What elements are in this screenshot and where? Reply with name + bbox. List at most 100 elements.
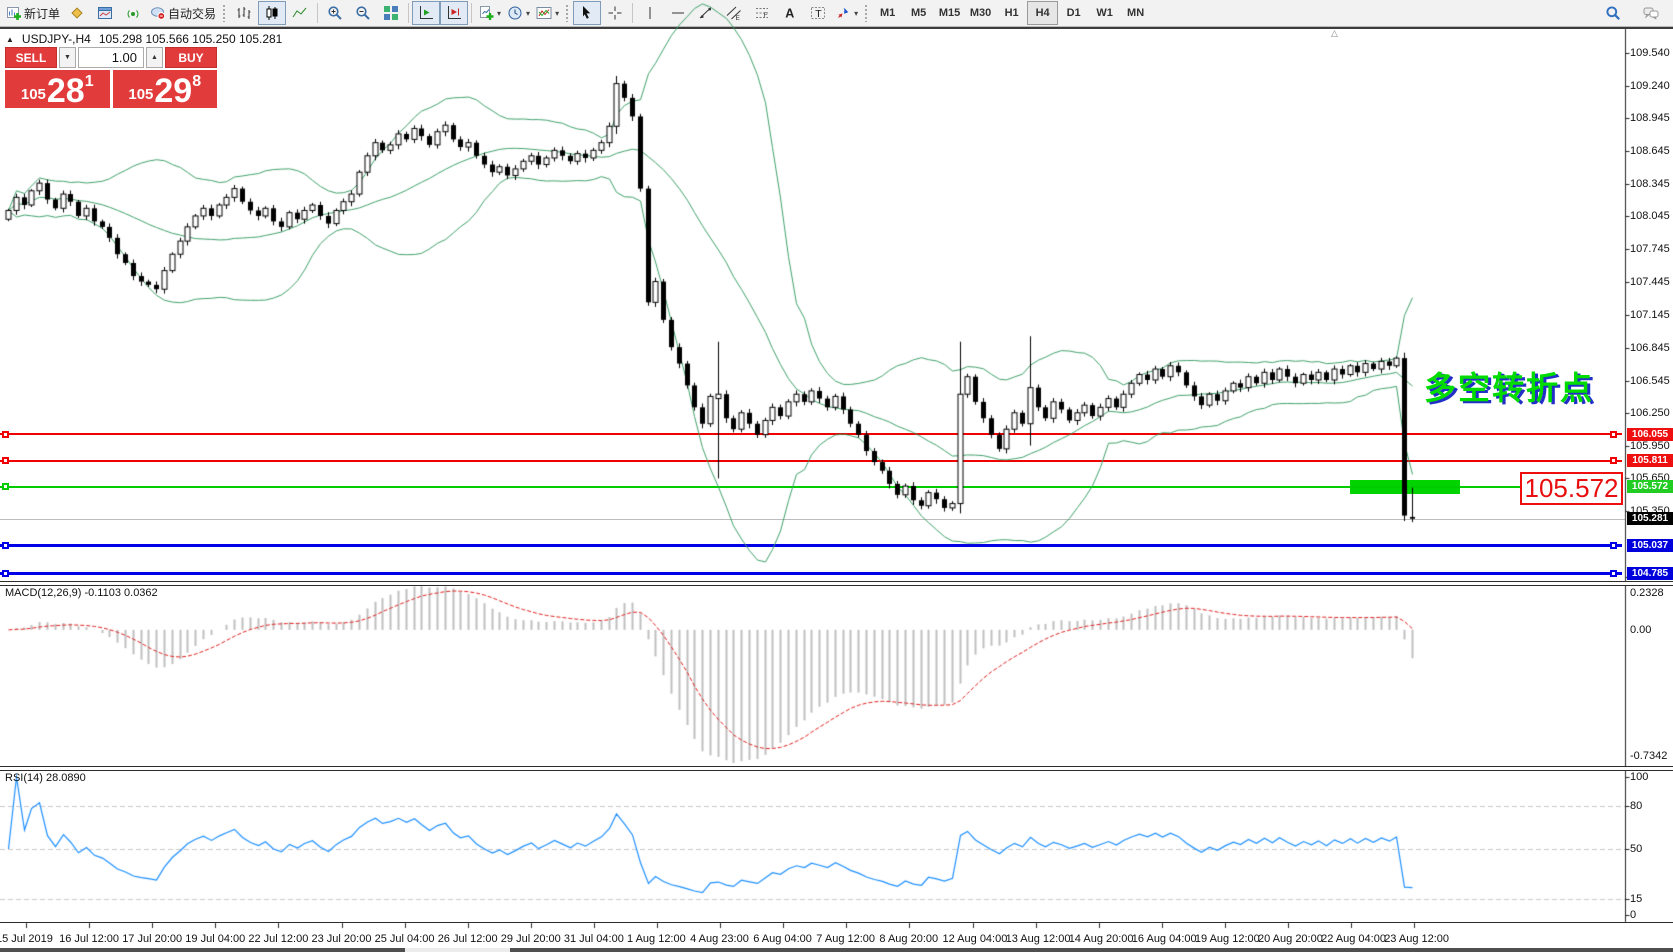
timeframe-m15-button[interactable]: M15 — [934, 1, 965, 25]
auto-scroll-button[interactable] — [412, 1, 440, 25]
text-label-button[interactable]: T — [804, 1, 832, 25]
volume-down-button[interactable]: ▼ — [59, 47, 76, 68]
timeframe-w1-button[interactable]: W1 — [1089, 1, 1120, 25]
chart-canvas[interactable] — [0, 0, 1673, 952]
period-presets-button[interactable]: ▾ — [504, 1, 533, 25]
price-tick-label: 108.945 — [1630, 112, 1670, 124]
tile-windows-button[interactable] — [377, 1, 405, 25]
support-line-1-handle[interactable] — [1610, 542, 1617, 549]
macd-panel-separator[interactable] — [0, 581, 1673, 586]
chart-shift-marker-icon[interactable]: △ — [1331, 28, 1338, 39]
rsi-axis-label: 100 — [1630, 771, 1648, 783]
fibonacci-button[interactable]: F — [748, 1, 776, 25]
price-tick-label: 108.645 — [1630, 145, 1670, 157]
resistance-line-1-handle[interactable] — [1610, 431, 1617, 438]
crosshair-button[interactable] — [601, 1, 629, 25]
macd-axis-min: -0.7342 — [1630, 750, 1667, 762]
pivot-line[interactable] — [0, 486, 1622, 488]
timeframe-m1-button[interactable]: M1 — [872, 1, 903, 25]
new-chart-button[interactable]: ▾ — [475, 1, 504, 25]
new-order-button[interactable]: 新订单 — [3, 1, 63, 25]
toolbar-separator — [317, 3, 318, 23]
time-tick-label: 14 Aug 20:00 — [1069, 933, 1134, 945]
candlestick-mode-button[interactable] — [258, 1, 286, 25]
chat-button[interactable] — [1637, 1, 1665, 25]
time-tick-label: 4 Aug 23:00 — [690, 933, 749, 945]
arrows-button[interactable]: ▾ — [832, 1, 861, 25]
equidistant-channel-button[interactable]: E — [720, 1, 748, 25]
axes-green-icon — [418, 5, 434, 21]
chinese-annotation[interactable]: 多空转折点 — [1424, 363, 1594, 409]
line-chart-mode-button[interactable] — [286, 1, 314, 25]
time-tick-label: 23 Jul 20:00 — [312, 933, 372, 945]
resistance-line-1[interactable] — [0, 433, 1622, 435]
chevron-down-icon[interactable]: ▾ — [526, 9, 530, 18]
time-tick-label: 15 Jul 2019 — [0, 933, 53, 945]
horizontal-line-button[interactable] — [664, 1, 692, 25]
chart-title: ▲ USDJPY-,H4 105.298 105.566 105.250 105… — [6, 32, 282, 46]
time-tick-label: 19 Jul 04:00 — [185, 933, 245, 945]
timeframe-m30-button[interactable]: M30 — [965, 1, 996, 25]
price-tick-label: 107.145 — [1630, 309, 1670, 321]
signals-button[interactable] — [119, 1, 147, 25]
auto-trading-button[interactable]: 自动交易 — [147, 1, 219, 25]
sell-button[interactable]: SELL — [5, 47, 57, 68]
search-button[interactable] — [1599, 1, 1627, 25]
vertical-line-button[interactable] — [636, 1, 664, 25]
volume-up-button[interactable]: ▲ — [146, 47, 163, 68]
volume-input[interactable] — [78, 47, 144, 68]
timeframe-d1-button[interactable]: D1 — [1058, 1, 1089, 25]
indicators-list-button[interactable]: ▾ — [533, 1, 562, 25]
price-tick-label: 109.240 — [1630, 80, 1670, 92]
rsi-axis-label: 50 — [1630, 843, 1642, 855]
cursor-button[interactable] — [573, 1, 601, 25]
price-badge-104.785: 104.785 — [1627, 567, 1673, 580]
trendline-icon — [698, 5, 714, 21]
support-line-1[interactable] — [0, 544, 1622, 547]
price-tick-label: 106.545 — [1630, 375, 1670, 387]
toolbar-grip[interactable] — [864, 4, 869, 22]
timeframe-h1-button[interactable]: H1 — [996, 1, 1027, 25]
chevron-down-icon[interactable]: ▾ — [555, 9, 559, 18]
chart-shift-button[interactable] — [440, 1, 468, 25]
bar-chart-mode-button[interactable] — [230, 1, 258, 25]
chat-icon — [1643, 5, 1659, 21]
zoom-in-button[interactable] — [321, 1, 349, 25]
resistance-line-1-handle[interactable] — [2, 431, 9, 438]
chevron-down-icon[interactable]: ▾ — [854, 9, 858, 18]
buy-button[interactable]: BUY — [165, 47, 217, 68]
toolbar-grip[interactable] — [222, 4, 227, 22]
one-click-panel-toggle-icon[interactable]: ▲ — [6, 35, 14, 44]
label-t-icon: T — [810, 5, 826, 21]
pivot-line-handle[interactable] — [2, 483, 9, 490]
timeframe-h4-button[interactable]: H4 — [1027, 1, 1058, 25]
letter-a-icon: A — [782, 5, 798, 21]
zoom-out-button[interactable] — [349, 1, 377, 25]
resistance-line-2[interactable] — [0, 460, 1622, 462]
text-button[interactable]: A — [776, 1, 804, 25]
support-line-2-handle[interactable] — [1610, 570, 1617, 577]
support-line-2-handle[interactable] — [2, 570, 9, 577]
sell-quote[interactable]: 105281 — [5, 70, 110, 108]
rsi-panel-separator[interactable] — [0, 766, 1673, 771]
resistance-line-2-handle[interactable] — [2, 457, 9, 464]
toolbar-grip[interactable] — [565, 4, 570, 22]
price-tick-label: 106.845 — [1630, 342, 1670, 354]
support-line-2[interactable] — [0, 572, 1622, 575]
time-tick-label: 6 Aug 04:00 — [753, 933, 812, 945]
chevron-down-icon[interactable]: ▾ — [497, 9, 501, 18]
buy-quote[interactable]: 105298 — [113, 70, 218, 108]
support-line-1-handle[interactable] — [2, 542, 9, 549]
timeframe-m5-button[interactable]: M5 — [903, 1, 934, 25]
horizontal-scrollbar[interactable] — [0, 948, 1673, 952]
trendline-button[interactable] — [692, 1, 720, 25]
market-window-button[interactable] — [91, 1, 119, 25]
clock-icon — [507, 5, 523, 21]
auto-trading-label: 自动交易 — [168, 5, 216, 22]
timeframe-mn-button[interactable]: MN — [1120, 1, 1151, 25]
toolbar-separator — [632, 3, 633, 23]
time-tick-label: 29 Jul 20:00 — [501, 933, 561, 945]
resistance-line-2-handle[interactable] — [1610, 457, 1617, 464]
price-callout-box[interactable]: 105.572 — [1520, 472, 1623, 505]
favorites-button[interactable] — [63, 1, 91, 25]
